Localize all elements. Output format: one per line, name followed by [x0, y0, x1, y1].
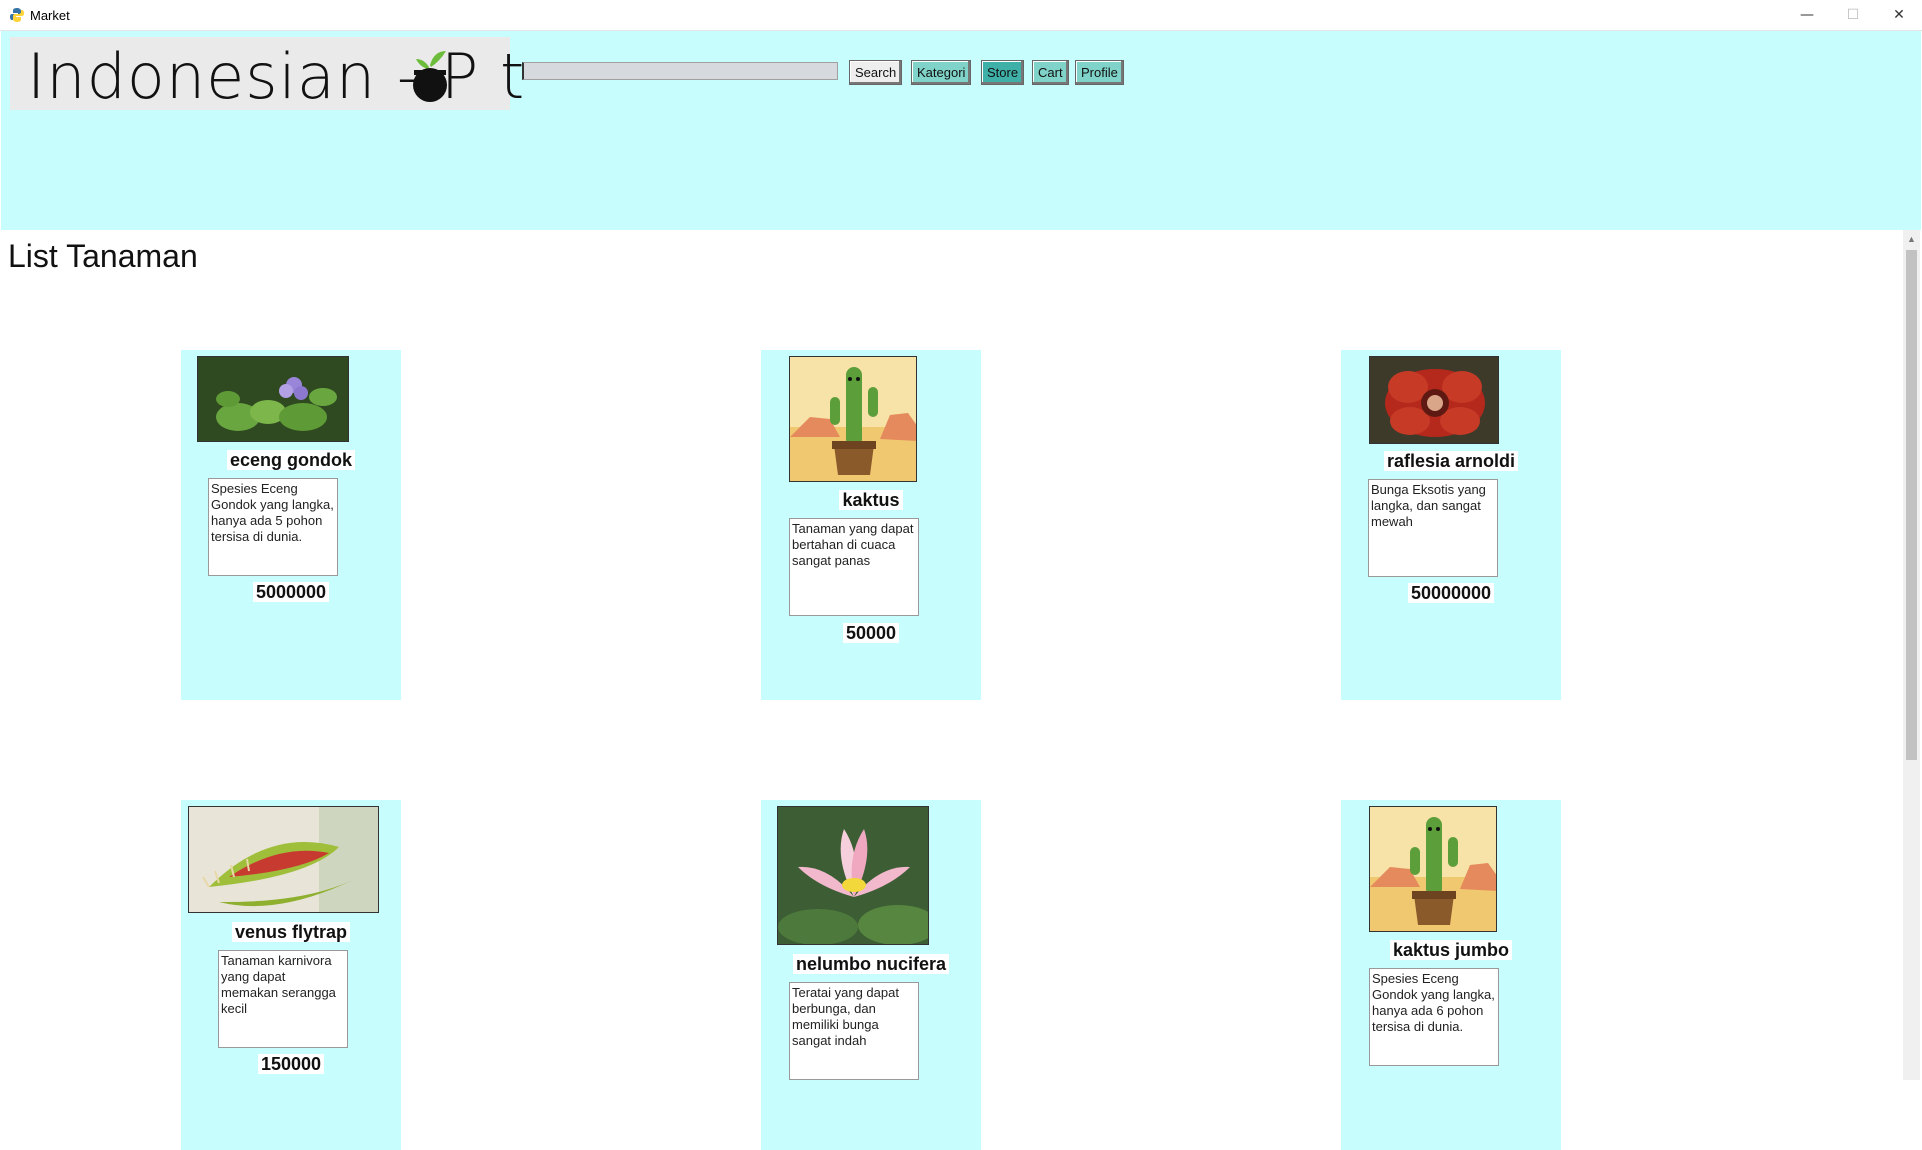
product-description: Bunga Eksotis yang langka, dan sangat me… [1368, 479, 1498, 577]
scrollbar-thumb[interactable] [1906, 250, 1917, 760]
store-button[interactable]: Store [981, 60, 1025, 85]
kategori-button[interactable]: Kategori [911, 60, 972, 85]
window-title: Market [30, 8, 70, 23]
minimize-button[interactable]: — [1784, 0, 1830, 30]
maximize-button[interactable]: ☐ [1830, 0, 1876, 30]
product-description: Tanaman yang dapat bertahan di cuaca san… [789, 518, 919, 616]
maximize-icon: ☐ [1846, 7, 1860, 23]
product-card[interactable]: eceng gondok Spesies Eceng Gondok yang l… [181, 350, 401, 700]
product-image-rafflesia [1369, 356, 1499, 444]
logo-text: Indonesian - P t [27, 40, 526, 113]
product-name: kaktus jumbo [1341, 940, 1561, 961]
product-image-dancing-cactus [789, 356, 917, 482]
profile-button[interactable]: Profile [1075, 60, 1124, 85]
product-description: Teratai yang dapat berbunga, dan memilik… [789, 982, 919, 1080]
vertical-scrollbar[interactable]: ▲ [1903, 230, 1920, 1080]
product-description: Spesies Eceng Gondok yang langka, hanya … [208, 478, 338, 576]
product-card[interactable]: venus flytrap Tanaman karnivora yang dap… [181, 800, 401, 1150]
product-name: venus flytrap [181, 922, 401, 943]
product-image-water-hyacinth [197, 356, 349, 442]
product-price: 50000000 [1341, 583, 1561, 604]
product-name: nelumbo nucifera [761, 954, 981, 975]
product-image-venus-flytrap [188, 806, 379, 913]
product-card[interactable]: kaktus Tanaman yang dapat bertahan di cu… [761, 350, 981, 700]
product-description: Spesies Eceng Gondok yang langka, hanya … [1369, 968, 1499, 1066]
page-title: List Tanaman [8, 238, 198, 274]
product-price: 150000 [181, 1054, 401, 1075]
product-image-lotus [777, 806, 929, 945]
product-price: 50000 [761, 623, 981, 644]
product-card[interactable]: raflesia arnoldi Bunga Eksotis yang lang… [1341, 350, 1561, 700]
close-icon: ✕ [1893, 7, 1905, 23]
close-button[interactable]: ✕ [1876, 0, 1922, 30]
window-titlebar: Market — ☐ ✕ [0, 0, 1922, 31]
logo: Indonesian - P t [10, 37, 524, 113]
plant-pot-icon [413, 51, 447, 102]
python-app-icon [10, 8, 24, 22]
search-button[interactable]: Search [849, 60, 903, 85]
scroll-up-icon[interactable]: ▲ [1903, 234, 1920, 246]
minimize-icon: — [1800, 7, 1814, 23]
product-name: raflesia arnoldi [1341, 451, 1561, 472]
product-card[interactable]: nelumbo nucifera Teratai yang dapat berb… [761, 800, 981, 1150]
search-input[interactable] [522, 62, 838, 80]
product-description: Tanaman karnivora yang dapat memakan ser… [218, 950, 348, 1048]
cart-button[interactable]: Cart [1032, 60, 1069, 85]
product-name: eceng gondok [181, 450, 401, 471]
product-name: kaktus [761, 490, 981, 511]
product-image-dancing-cactus [1369, 806, 1497, 932]
product-price: 5000000 [181, 582, 401, 603]
product-card[interactable]: kaktus jumbo Spesies Eceng Gondok yang l… [1341, 800, 1561, 1150]
app-header: Indonesian - P t Search Kategori Store C… [1, 31, 1921, 230]
